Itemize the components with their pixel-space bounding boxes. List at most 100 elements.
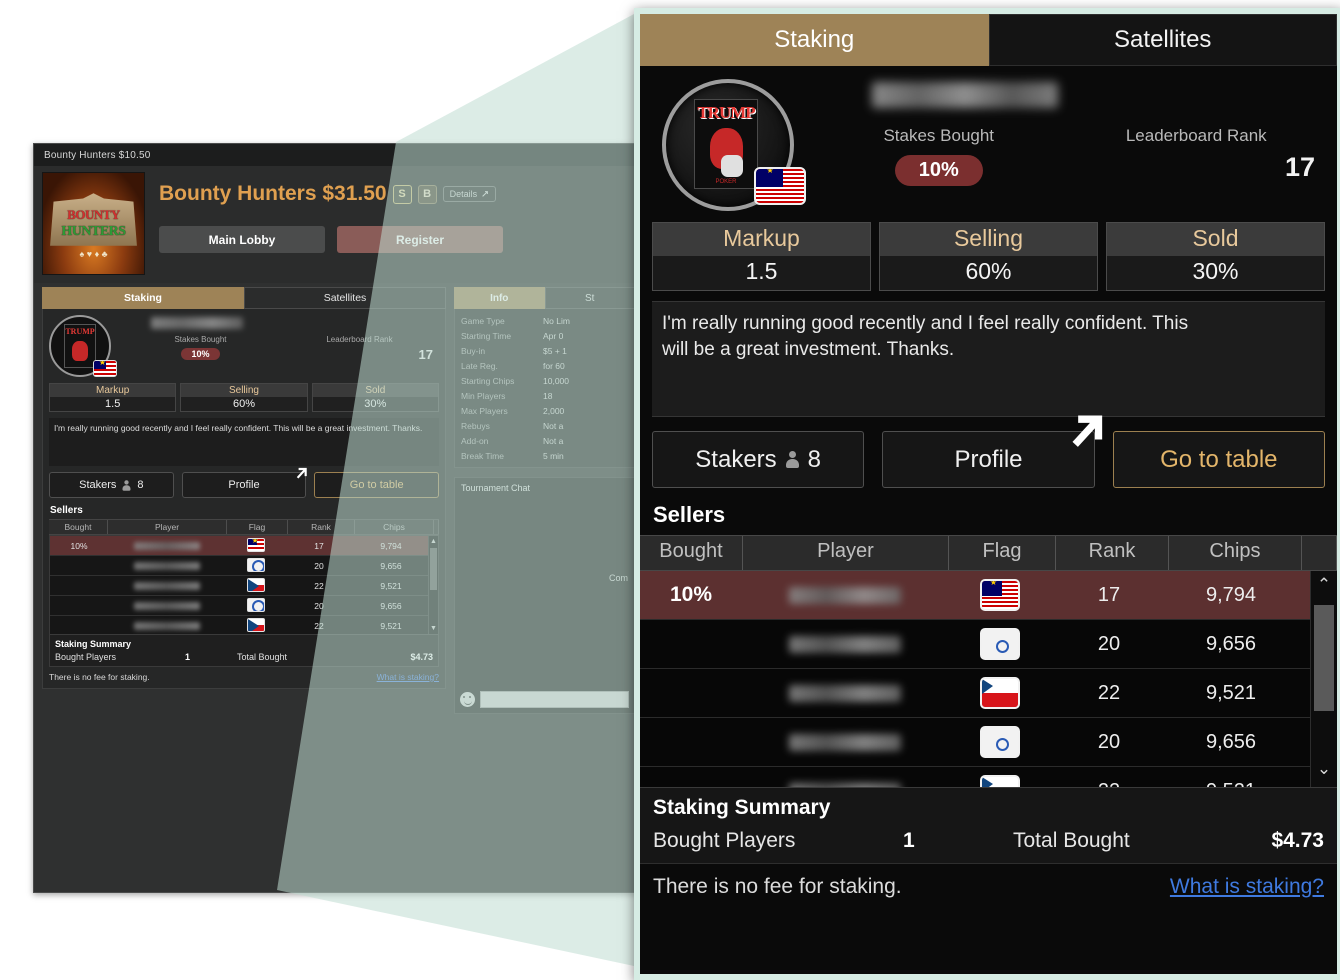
bg-stakes-bought-stat: Stakes Bought 10%: [121, 335, 280, 362]
scroll-up-chevron-icon[interactable]: ▲: [429, 538, 438, 545]
cell-rank: 20: [1097, 730, 1121, 753]
bg-player-avatar[interactable]: TRUMP: [49, 315, 117, 377]
person-icon: [122, 479, 131, 491]
cell-player: [742, 635, 947, 653]
col-flag[interactable]: Flag: [949, 536, 1056, 570]
logo-word-hunters: HUNTERS: [61, 223, 126, 239]
bg-cell-rank: 17: [314, 540, 324, 551]
table-row[interactable]: 20 9,656: [50, 596, 438, 616]
list-item: Min Players 18: [461, 388, 628, 403]
bg-tab-staking[interactable]: Staking: [42, 287, 244, 309]
bg-leaderboard-rank-stat: Leaderboard Rank 17: [280, 335, 439, 362]
metric-selling: Selling 60%: [879, 222, 1098, 291]
bg-player-name-redacted: [151, 317, 243, 329]
emoji-icon[interactable]: [460, 692, 475, 707]
table-row[interactable]: 20 9,656: [640, 620, 1337, 669]
bounty-badge-icon[interactable]: B: [417, 184, 437, 204]
table-scrollbar[interactable]: ⌃ ⌄: [1310, 571, 1337, 787]
table-row[interactable]: 22 9,521: [50, 576, 438, 596]
bg-cell-flag: [226, 577, 286, 594]
table-row[interactable]: 20 9,656: [640, 718, 1337, 767]
bg-tournament-chat[interactable]: Tournament Chat Com: [454, 477, 635, 714]
bg-metric-selling-value: 60%: [232, 398, 255, 410]
sellers-table[interactable]: 10% 17 9,794 20 9,656 22 9,521: [640, 571, 1337, 787]
bg-what-is-staking-link[interactable]: What is staking?: [377, 672, 439, 682]
bg-metric-sold-label: Sold: [312, 384, 438, 397]
scrollbar-thumb[interactable]: [430, 548, 437, 590]
bg-metric-selling: Selling 60%: [180, 383, 308, 412]
cell-chips: 9,656: [1205, 730, 1257, 753]
tab-staking[interactable]: Staking: [640, 14, 989, 66]
bg-cell-flag: [226, 617, 286, 634]
info-key: Starting Time: [461, 330, 512, 341]
bg-col-extra: [434, 520, 439, 534]
list-item: Game Type No Lim: [461, 313, 628, 328]
what-is-staking-link[interactable]: What is staking?: [1170, 875, 1324, 899]
bg-sellers-table[interactable]: 10% 17 9,794 20 9,656: [49, 535, 439, 635]
background-tournament-window[interactable]: Bounty Hunters $10.50 BOUNTY HUNTERS ♠ ♥…: [33, 143, 644, 893]
register-button[interactable]: Register: [337, 226, 503, 253]
bg-cell-bought: 10%: [70, 540, 88, 551]
staking-badge-icon[interactable]: S: [392, 184, 412, 204]
seller-note-text: I'm really running good recently and I f…: [662, 313, 1189, 360]
scroll-up-chevron-icon[interactable]: ⌃: [1311, 575, 1337, 595]
bg-table-scrollbar[interactable]: ▲ ▼: [428, 536, 438, 634]
bg-tab-info[interactable]: Info: [454, 287, 545, 309]
col-chips[interactable]: Chips: [1169, 536, 1302, 570]
scroll-down-chevron-icon[interactable]: ⌄: [1311, 759, 1337, 779]
col-player[interactable]: Player: [743, 536, 949, 570]
details-button[interactable]: Details: [442, 186, 497, 202]
info-key: Rebuys: [461, 420, 490, 431]
profile-button[interactable]: Profile: [882, 415, 1102, 488]
metrics-row: Markup 1.5 Selling 60% Sold 30%: [652, 222, 1325, 291]
col-bought[interactable]: Bought: [640, 536, 743, 570]
chat-input[interactable]: [480, 691, 629, 708]
bg-cell-flag: [226, 557, 286, 574]
main-lobby-button[interactable]: Main Lobby: [159, 226, 325, 253]
info-value: 10,000: [543, 375, 569, 386]
bg-tab-strip: Staking Satellites: [42, 287, 446, 309]
bg-stakers-button[interactable]: Stakers 8: [49, 472, 174, 498]
external-link-cursor-icon: [1072, 415, 1102, 447]
go-to-table-button[interactable]: Go to table: [1112, 431, 1325, 488]
stakers-button[interactable]: Stakers 8: [652, 431, 865, 488]
scrollbar-thumb[interactable]: [1314, 605, 1334, 711]
info-key: Break Time: [461, 450, 504, 461]
table-row[interactable]: 10% 17 9,794: [640, 571, 1337, 620]
info-value: 18: [543, 390, 553, 401]
bg-cell-player: [108, 561, 226, 570]
bg-info-panel: Game Type No Lim Starting Time Apr 0 Buy-i…: [454, 309, 635, 468]
bg-metric-markup-label: Markup: [50, 384, 176, 397]
table-row[interactable]: 20 9,656: [50, 556, 438, 576]
bg-metric-sold-value: 30%: [364, 398, 387, 410]
magnified-staking-panel[interactable]: Staking Satellites TRUMP POKER Stakes Bo…: [634, 8, 1340, 980]
cell-chips: 9,521: [1205, 681, 1257, 704]
table-row[interactable]: 10% 17 9,794: [50, 536, 438, 556]
list-item: Late Reg. for 60: [461, 358, 628, 373]
bg-cell-flag: [226, 537, 286, 554]
bg-chat-title: Tournament Chat: [461, 483, 531, 493]
metric-sold-value: 30%: [1192, 258, 1239, 284]
player-avatar[interactable]: TRUMP POKER: [662, 79, 806, 211]
bg-go-to-table-button[interactable]: Go to table: [314, 472, 440, 498]
tab-satellites[interactable]: Satellites: [988, 14, 1337, 66]
bg-cell-player: [108, 621, 226, 630]
cell-chips: 9,794: [1205, 583, 1257, 606]
bg-tab-satellites[interactable]: Satellites: [244, 287, 446, 309]
bg-profile-button[interactable]: Profile: [181, 467, 308, 498]
bg-cell-player: [108, 581, 226, 590]
malaysia-flag-icon: [247, 537, 265, 552]
scroll-down-chevron-icon[interactable]: ▼: [429, 625, 438, 632]
leaderboard-rank-label: Leaderboard Rank: [1125, 126, 1267, 145]
info-key: Game Type: [461, 315, 505, 326]
bg-cell-chips: 9,521: [380, 580, 402, 591]
table-row[interactable]: 22 9,521: [640, 669, 1337, 718]
col-rank[interactable]: Rank: [1056, 536, 1169, 570]
stakers-count: 8: [807, 445, 822, 473]
cell-flag: [947, 579, 1053, 611]
bg-cell-chips: 9,656: [380, 600, 402, 611]
bg-tab-standings[interactable]: St: [544, 287, 635, 309]
table-row[interactable]: 22 9,521: [50, 616, 438, 634]
table-row[interactable]: 22 9,521: [640, 767, 1337, 787]
bg-leaderboard-rank-value: 17: [418, 347, 433, 362]
